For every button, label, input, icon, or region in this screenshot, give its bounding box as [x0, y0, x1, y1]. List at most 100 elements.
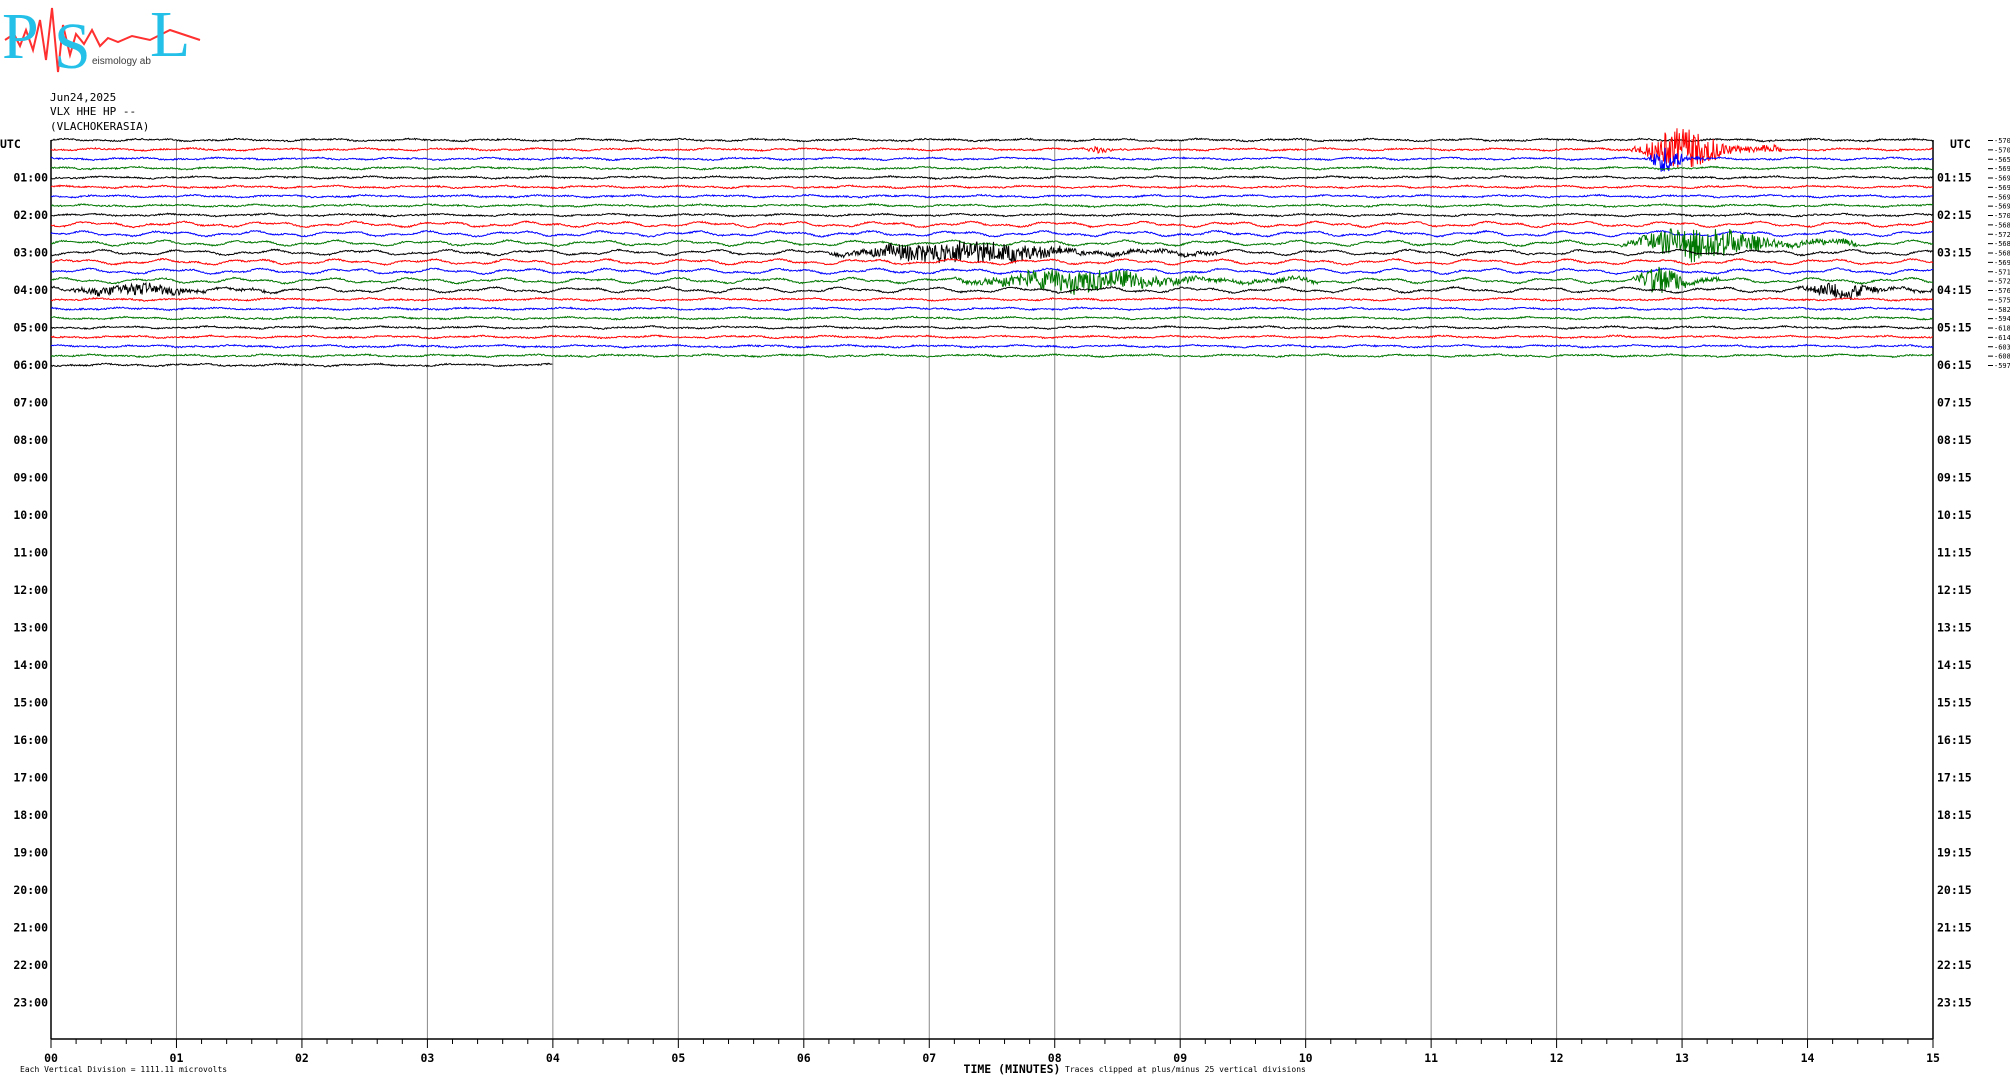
left-hour-label: 15:00: [13, 696, 48, 710]
trace-offset-label: -5707: [1994, 137, 2010, 145]
trace-offset-label: -5694: [1994, 165, 2010, 173]
left-hour-label: 04:00: [13, 283, 48, 297]
trace-offset-label: -6147: [1994, 334, 2010, 342]
trace-offset-label: -5970: [1994, 362, 2010, 370]
seismic-trace: [50, 334, 1934, 340]
clip-note: Traces clipped at plus/minus 25 vertical…: [1065, 1065, 1306, 1074]
right-hour-label: 17:15: [1937, 771, 1972, 785]
trace-offset-label: -5692: [1994, 203, 2010, 211]
right-hour-label: 18:15: [1937, 808, 1972, 822]
left-hour-label: 20:00: [13, 883, 48, 897]
trace-offset-label: -5684: [1994, 250, 2010, 258]
right-axis-title: UTC: [1950, 137, 1971, 151]
x-tick-label: 11: [1424, 1051, 1438, 1065]
x-tick-label: 05: [671, 1051, 685, 1065]
right-hour-label: 10:15: [1937, 508, 1972, 522]
left-hour-label: 09:00: [13, 471, 48, 485]
seismic-trace: [50, 281, 1934, 301]
seismic-trace: [50, 220, 1934, 229]
right-hour-label: 23:15: [1937, 996, 1972, 1010]
x-axis-label: TIME (MINUTES): [964, 1062, 1061, 1076]
seismic-trace: [50, 343, 1934, 349]
x-tick-label: 12: [1550, 1051, 1564, 1065]
right-hour-label: 07:15: [1937, 396, 1972, 410]
seismic-trace: [50, 202, 1934, 209]
right-hour-label: 02:15: [1937, 208, 1972, 222]
x-tick-label: 09: [1173, 1051, 1187, 1065]
right-hour-label: 22:15: [1937, 958, 1972, 972]
right-hour-label: 15:15: [1937, 696, 1972, 710]
helicorder-chart: 00 01 02 03 04 05 06 07 08 09 10 11 12 13 14 15TIME (MI…: [0, 128, 2010, 1076]
left-hour-label: 02:00: [13, 208, 48, 222]
trace-offset-label: -5658: [1994, 156, 2010, 164]
x-tick-label: 14: [1801, 1051, 1815, 1065]
seismic-trace: [50, 324, 1934, 331]
right-hour-label: 13:15: [1937, 621, 1972, 635]
seismic-trace: [50, 315, 1934, 321]
x-tick-label: 10: [1299, 1051, 1313, 1065]
right-hour-label: 08:15: [1937, 433, 1972, 447]
right-hour-label: 09:15: [1937, 471, 1972, 485]
scale-note: Each Vertical Division = 1111.11 microvo…: [20, 1065, 228, 1074]
right-hour-label: 19:15: [1937, 846, 1972, 860]
seismic-trace: [50, 352, 1934, 359]
trace-offset-label: -5755: [1994, 296, 2010, 304]
x-tick-label: 15: [1926, 1051, 1940, 1065]
trace-offset-label: -5689: [1994, 240, 2010, 248]
x-tick-label: 06: [797, 1051, 811, 1065]
trace-offset-label: -5724: [1994, 278, 2010, 286]
trace-offset-label: -5703: [1994, 146, 2010, 154]
x-tick-label: 02: [295, 1051, 309, 1065]
x-tick-label: 01: [170, 1051, 184, 1065]
left-hour-label: 23:00: [13, 996, 48, 1010]
seismic-trace: [50, 212, 1934, 218]
right-hour-label: 04:15: [1937, 283, 1972, 297]
trace-offset-label: -5949: [1994, 315, 2010, 323]
x-tick-label: 03: [420, 1051, 434, 1065]
left-hour-label: 17:00: [13, 771, 48, 785]
trace-offset-label: -6086: [1994, 353, 2010, 361]
seismic-trace: [50, 193, 1934, 200]
seismic-trace: [50, 174, 1934, 181]
trace-offset-label: -5764: [1994, 287, 2010, 295]
right-hour-label: 06:15: [1937, 358, 1972, 372]
x-tick-label: 04: [546, 1051, 560, 1065]
left-hour-label: 03:00: [13, 246, 48, 260]
x-tick-label: 00: [44, 1051, 58, 1065]
trace-offset-label: -5695: [1994, 193, 2010, 201]
left-hour-label: 19:00: [13, 846, 48, 860]
left-hour-label: 01:00: [13, 171, 48, 185]
seismic-trace: [50, 296, 1934, 303]
left-hour-label: 06:00: [13, 358, 48, 372]
right-hour-label: 12:15: [1937, 583, 1972, 597]
right-hour-label: 21:15: [1937, 921, 1972, 935]
left-hour-label: 16:00: [13, 733, 48, 747]
left-hour-label: 18:00: [13, 808, 48, 822]
seismic-trace: [50, 229, 1934, 238]
left-hour-label: 22:00: [13, 958, 48, 972]
right-hour-label: 05:15: [1937, 321, 1972, 335]
left-hour-label: 10:00: [13, 508, 48, 522]
left-hour-label: 21:00: [13, 921, 48, 935]
left-axis-title: UTC: [0, 137, 21, 151]
right-hour-label: 11:15: [1937, 546, 1972, 560]
trace-offset-label: -5696: [1994, 175, 2010, 183]
trace-offset-label: -5709: [1994, 212, 2010, 220]
right-hour-label: 14:15: [1937, 658, 1972, 672]
trace-offset-label: -6035: [1994, 343, 2010, 351]
seismic-trace: [50, 137, 1934, 143]
trace-offset-label: -5691: [1994, 259, 2010, 267]
left-hour-label: 11:00: [13, 546, 48, 560]
trace-offset-label: -5718: [1994, 268, 2010, 276]
left-hour-label: 07:00: [13, 396, 48, 410]
left-hour-label: 14:00: [13, 658, 48, 672]
x-tick-label: 13: [1675, 1051, 1689, 1065]
left-hour-label: 05:00: [13, 321, 48, 335]
seismic-trace: [50, 184, 1934, 190]
trace-offset-label: -5697: [1994, 184, 2010, 192]
right-hour-label: 16:15: [1937, 733, 1972, 747]
trace-offset-label: -5824: [1994, 306, 2010, 314]
seismic-trace: [50, 165, 1934, 171]
left-hour-label: 08:00: [13, 433, 48, 447]
seismic-trace: [50, 306, 1934, 312]
